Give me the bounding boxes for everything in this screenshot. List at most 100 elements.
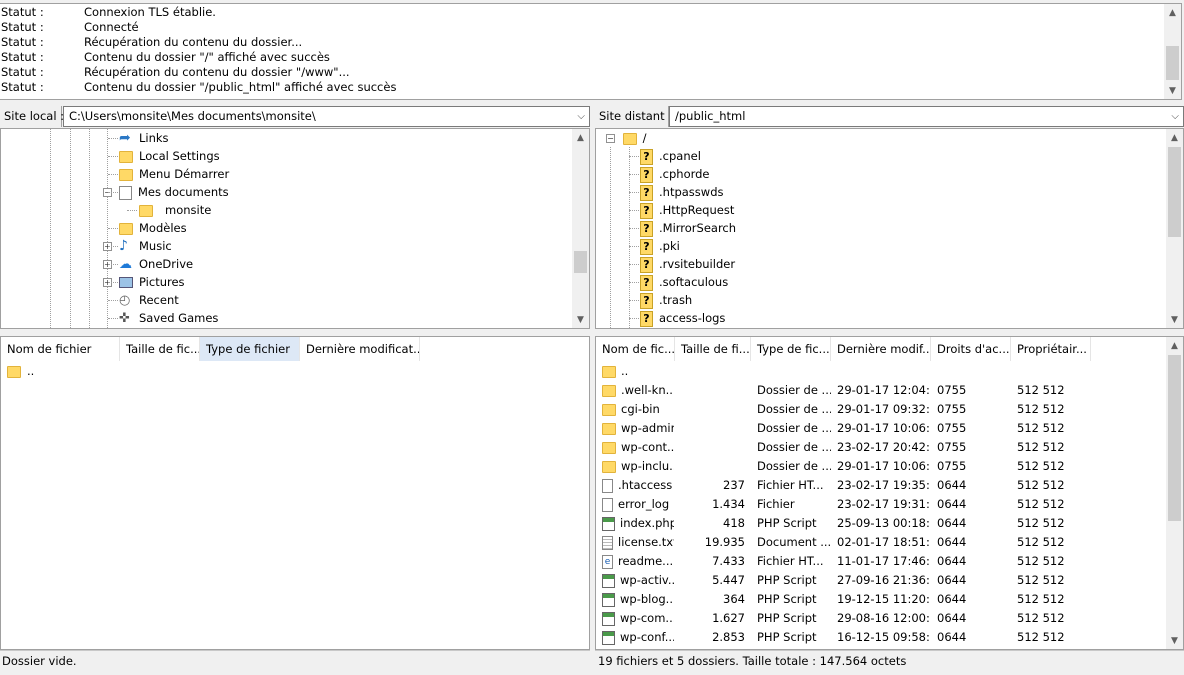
tree-item[interactable]: ? .trash [640, 291, 692, 309]
cell-size: 5.447 [712, 573, 745, 587]
column-type[interactable]: Type de fic... [751, 337, 831, 361]
folder-icon [602, 365, 616, 378]
tree-item-label: Menu Démarrer [139, 167, 230, 181]
column-permissions[interactable]: Droits d'ac... [931, 337, 1011, 361]
table-row[interactable]: .htaccess 237 Fichier HT... 23-02-17 19:35:… [596, 476, 1166, 495]
tree-item[interactable]: ? .cphorde [640, 165, 710, 183]
tree-item[interactable]: ? .cpanel [640, 147, 701, 165]
tree-item[interactable]: monsite [139, 201, 214, 219]
tree-item-root[interactable]: − / [606, 129, 647, 147]
tree-item-label: access-logs [659, 311, 726, 325]
chevron-down-icon[interactable]: ⌵ [577, 107, 585, 126]
table-row[interactable]: wp-cont... Dossier de ... 23-02-17 20:42:.… [596, 438, 1166, 457]
tree-item[interactable]: ? .MirrorSearch [640, 219, 736, 237]
tree-item[interactable]: Menu Démarrer [119, 165, 229, 183]
table-row[interactable]: wp-conf... 2.853 PHP Script 16-12-15 09:58:… [596, 628, 1166, 647]
php-icon [602, 630, 615, 645]
scroll-down-icon[interactable]: ▼ [1166, 632, 1183, 649]
table-row[interactable]: license.txt 19.935 Document ... 02-01-17 18… [596, 533, 1166, 552]
remote-tree-scrollbar[interactable]: ▲ ▼ [1166, 129, 1183, 328]
tree-item[interactable]: Mes documents [119, 183, 229, 201]
table-row[interactable]: index.php 418 PHP Script 25-09-13 00:18:...… [596, 514, 1166, 533]
chevron-down-icon[interactable]: ⌵ [1171, 107, 1179, 126]
scroll-thumb[interactable] [574, 251, 587, 273]
local-path-combo[interactable]: C:\Users\monsite\Mes documents\monsite\ … [63, 106, 590, 127]
cell-owner: 512 512 [1017, 459, 1065, 473]
folder-icon [139, 204, 153, 217]
table-row[interactable]: wp-blog... 364 PHP Script 19-12-15 11:20:..… [596, 590, 1166, 609]
cell-date: 23-02-17 20:42:... [837, 440, 931, 454]
tree-item-label: Pictures [139, 275, 185, 289]
tree-item[interactable]: ♪ Music [119, 237, 172, 255]
tree-item[interactable]: Pictures [119, 273, 185, 291]
tree-item[interactable]: ? access-logs [640, 309, 725, 327]
tree-item[interactable]: ? .pki [640, 237, 680, 255]
unknown-folder-icon: ? [640, 148, 653, 165]
scroll-down-icon[interactable]: ▼ [572, 311, 589, 328]
tree-item[interactable]: ☁ OneDrive [119, 255, 193, 273]
log-scrollbar[interactable]: ▲ ▼ [1164, 4, 1181, 99]
table-row[interactable]: wp-activ... 5.447 PHP Script 27-09-16 21:36… [596, 571, 1166, 590]
tree-item[interactable]: ➦ Links [119, 129, 169, 147]
unknown-folder-icon: ? [640, 256, 653, 273]
tree-item[interactable]: Modèles [119, 219, 187, 237]
tree-item[interactable]: ? .softaculous [640, 273, 728, 291]
music-icon: ♪ [119, 238, 128, 254]
cell-perm: 0644 [937, 516, 967, 530]
remote-file-list[interactable]: Nom de fic... Taille de fi... Type de fi… [595, 336, 1184, 650]
scroll-thumb[interactable] [1166, 46, 1179, 80]
table-row[interactable]: error_log 1.434 Fichier 23-02-17 19:31:... 0… [596, 495, 1166, 514]
cell-owner: 512 512 [1017, 535, 1065, 549]
tree-item-label: Modèles [139, 221, 187, 235]
log-status-label: Statut : [1, 5, 44, 19]
table-row[interactable]: .well-kn... Dossier de ... 29-01-17 12:04:… [596, 381, 1166, 400]
php-icon [602, 516, 615, 531]
scroll-up-icon[interactable]: ▲ [1166, 337, 1183, 354]
table-row[interactable]: .. [596, 362, 1166, 381]
table-row[interactable]: e readme.... 7.433 Fichier HT... 11-01-17 17… [596, 552, 1166, 571]
column-modified[interactable]: Dernière modificat... [300, 337, 420, 361]
tree-item-label: .pki [659, 239, 680, 253]
column-name[interactable]: Nom de fic... [596, 337, 675, 361]
cell-date: 23-02-17 19:31:... [837, 497, 931, 511]
scroll-thumb[interactable] [1168, 355, 1181, 521]
list-item[interactable]: .. [1, 362, 572, 381]
cell-name: wp-blog... [620, 592, 674, 606]
tree-item[interactable]: ? .rvsitebuilder [640, 255, 735, 273]
tree-item[interactable]: ◴ Recent [119, 291, 179, 309]
log-message: Récupération du contenu du dossier "/www… [84, 65, 350, 79]
tree-item[interactable]: ? .HttpRequest [640, 201, 734, 219]
column-modified[interactable]: Dernière modif... [831, 337, 931, 361]
table-row[interactable]: wp-admin Dossier de ... 29-01-17 10:06:...… [596, 419, 1166, 438]
table-row[interactable]: cgi-bin Dossier de ... 29-01-17 09:32:... 0… [596, 400, 1166, 419]
tree-item[interactable]: ? .htpasswds [640, 183, 723, 201]
table-row[interactable]: wp-com... 1.627 PHP Script 29-08-16 12:00:.… [596, 609, 1166, 628]
tree-item[interactable]: Local Settings [119, 147, 220, 165]
column-type[interactable]: Type de fichier [200, 337, 300, 361]
pictures-icon [119, 277, 133, 288]
scroll-up-icon[interactable]: ▲ [1164, 4, 1181, 21]
table-row[interactable]: wp-inclu... Dossier de ... 29-01-17 10:06:… [596, 457, 1166, 476]
local-directory-tree[interactable]: ➦ Links Local Settings Menu Démarrer Mes doc… [0, 128, 590, 329]
local-file-list[interactable]: Nom de fichier Taille de fic... Type de … [0, 336, 590, 650]
column-owner[interactable]: Propriétair... [1011, 337, 1091, 361]
remote-list-scrollbar[interactable]: ▲ ▼ [1166, 337, 1183, 649]
column-size[interactable]: Taille de fi... [675, 337, 751, 361]
tree-item[interactable]: ✜ Saved Games [119, 309, 218, 327]
cell-type: Dossier de ... [757, 383, 831, 397]
scroll-thumb[interactable] [1168, 147, 1181, 237]
unknown-folder-icon: ? [640, 184, 653, 201]
links-icon: ➦ [119, 130, 131, 146]
cell-owner: 512 512 [1017, 516, 1065, 530]
message-log[interactable]: Statut : Connexion TLS établie. Statut : Co… [0, 3, 1182, 100]
collapse-icon[interactable]: − [606, 134, 615, 143]
column-name[interactable]: Nom de fichier [1, 337, 120, 361]
local-tree-scrollbar[interactable]: ▲ ▼ [572, 129, 589, 328]
remote-directory-tree[interactable]: − /? .cpanel? .cphorde? .htpasswds? .HttpReq… [595, 128, 1184, 329]
scroll-up-icon[interactable]: ▲ [572, 129, 589, 146]
scroll-down-icon[interactable]: ▼ [1164, 82, 1181, 99]
scroll-up-icon[interactable]: ▲ [1166, 129, 1183, 146]
remote-path-combo[interactable]: /public_html ⌵ [669, 106, 1184, 127]
column-size[interactable]: Taille de fic... [120, 337, 200, 361]
scroll-down-icon[interactable]: ▼ [1166, 311, 1183, 328]
